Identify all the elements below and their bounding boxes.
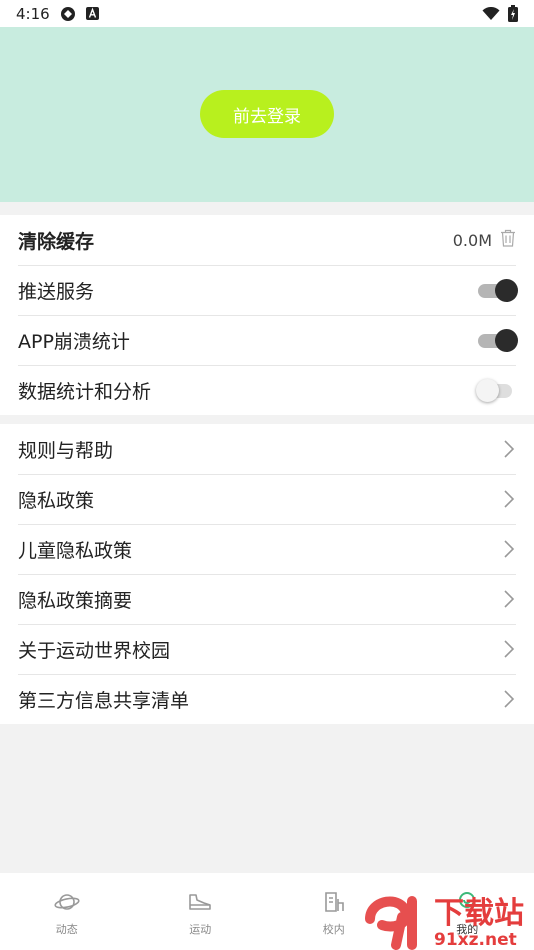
menu-item-privacy-summary[interactable]: 隐私政策摘要 [0,574,534,624]
nav-label: 运动 [189,923,212,936]
settings-group: 清除缓存 0.0M 推送服务 APP崩溃统计 数据统计和分析 [0,215,534,415]
document-icon [321,891,347,917]
login-header: 前去登录 [0,27,534,202]
status-bar: 4:16 [0,0,534,27]
status-time: 4:16 [16,4,50,23]
planet-icon [54,891,80,917]
clear-cache-row[interactable]: 清除缓存 0.0M [0,215,534,265]
login-button[interactable]: 前去登录 [200,90,334,138]
menu-item-label: 规则与帮助 [18,439,114,462]
trash-icon[interactable] [500,229,516,251]
cache-size: 0.0M [452,230,492,250]
nav-tab-feed[interactable]: 动态 [0,873,134,950]
menu-item-about[interactable]: 关于运动世界校园 [0,624,534,674]
chevron-right-icon [502,639,516,659]
menu-item-label: 关于运动世界校园 [18,639,171,662]
battery-icon [508,5,518,22]
shoe-icon [187,891,213,917]
menu-item-label: 隐私政策摘要 [18,589,133,612]
push-service-row: 推送服务 [0,265,534,315]
push-service-toggle[interactable] [478,279,518,302]
menu-item-child-privacy[interactable]: 儿童隐私政策 [0,524,534,574]
nav-label: 动态 [55,923,78,936]
menu-item-label: 隐私政策 [18,489,95,512]
menu-item-privacy-policy[interactable]: 隐私政策 [0,474,534,524]
data-analysis-row: 数据统计和分析 [0,365,534,415]
crash-stats-label: APP崩溃统计 [18,330,130,353]
menu-group: 规则与帮助 隐私政策 儿童隐私政策 隐私政策摘要 关于运动世界校园 第三方信息共… [0,424,534,724]
menu-item-label: 第三方信息共享清单 [18,689,190,712]
menu-item-rules-help[interactable]: 规则与帮助 [0,424,534,474]
chevron-right-icon [502,489,516,509]
menu-item-label: 儿童隐私政策 [18,539,133,562]
watermark-brand: 下载站 [434,896,524,931]
nav-label: 校内 [322,923,345,936]
chevron-right-icon [502,439,516,459]
push-service-label: 推送服务 [18,280,95,303]
chevron-right-icon [502,589,516,609]
crash-stats-toggle[interactable] [478,329,518,352]
chevron-right-icon [502,689,516,709]
data-analysis-label: 数据统计和分析 [18,380,152,403]
sync-icon [60,6,76,22]
clear-cache-label: 清除缓存 [18,230,95,253]
wifi-icon [482,6,500,21]
chevron-right-icon [502,539,516,559]
nav-tab-sport[interactable]: 运动 [134,873,268,950]
data-analysis-toggle[interactable] [476,379,516,402]
a-badge-icon [85,7,99,20]
crash-stats-row: APP崩溃统计 [0,315,534,365]
menu-item-third-party-sharing[interactable]: 第三方信息共享清单 [0,674,534,724]
watermark-site: 91xz.net [434,930,517,950]
watermark-logo: 下载站 91xz.net [362,885,534,950]
